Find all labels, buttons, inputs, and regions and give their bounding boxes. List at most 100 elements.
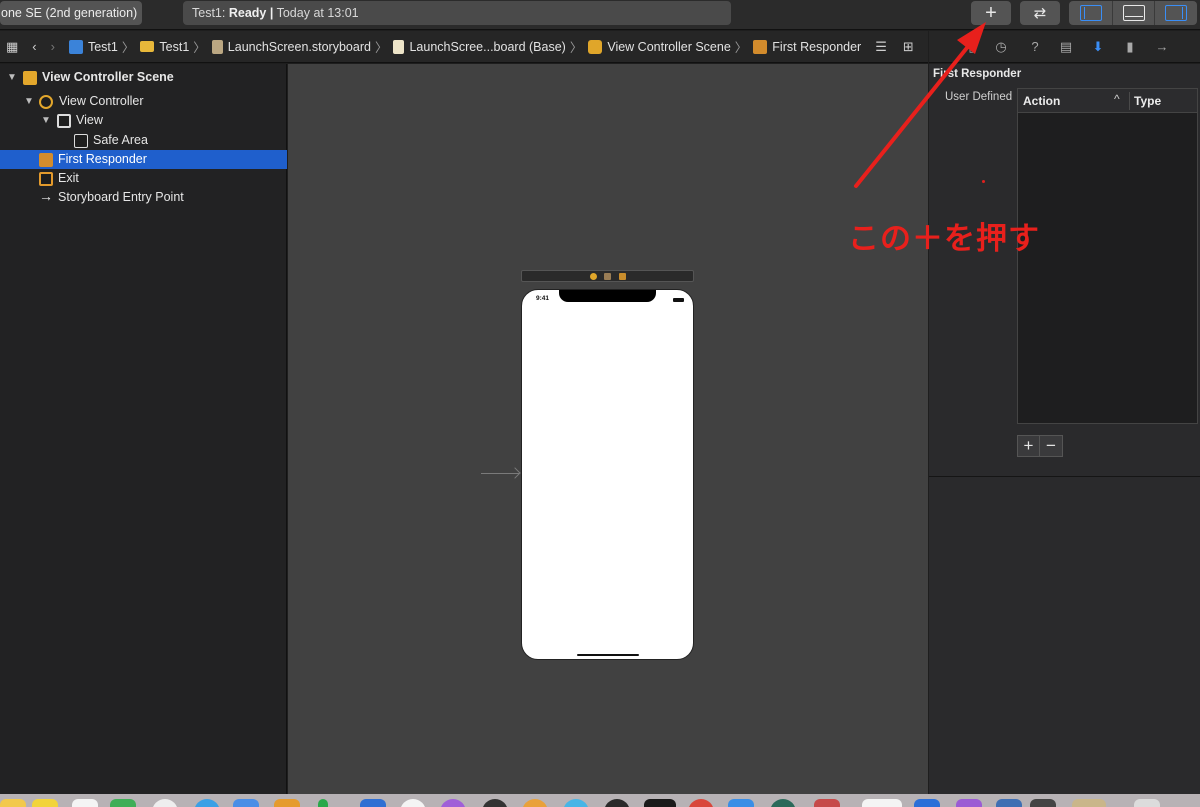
toggle-inspector-button[interactable] <box>1154 1 1197 25</box>
user-defined-actions-table[interactable]: Action ^ Type <box>1017 88 1198 424</box>
outline-item-label: View Controller <box>59 94 144 108</box>
dock-app-icon[interactable] <box>1072 799 1106 807</box>
outline-item-view[interactable]: ▼ View <box>0 111 287 130</box>
activity-project: Test1: <box>192 6 226 20</box>
initial-entry-arrow[interactable] <box>481 473 519 474</box>
column-header-type[interactable]: Type <box>1134 94 1161 108</box>
scene-icon <box>23 71 37 85</box>
dock-app-icon[interactable] <box>814 799 840 807</box>
dock-app-icon[interactable] <box>862 799 902 807</box>
add-action-button[interactable]: + <box>1017 435 1040 457</box>
quick-help-icon[interactable]: ? <box>1027 39 1043 55</box>
crumb-scene[interactable]: View Controller Scene <box>588 39 731 54</box>
dock-app-icon[interactable] <box>318 799 328 807</box>
crumb-project[interactable]: Test1 <box>68 39 118 54</box>
launch-screen-view[interactable]: 9:41 <box>521 289 694 660</box>
crumb-label: View Controller Scene <box>607 39 731 54</box>
bottom-panel-icon <box>1122 5 1145 21</box>
dock-app-icon[interactable] <box>194 799 220 807</box>
jump-bar: ▦ ‹ › Test1 〉 Test1 〉 LaunchScreen.story… <box>0 31 928 63</box>
crumb-separator: 〉 <box>374 41 388 55</box>
add-editor-icon[interactable]: ⊞ <box>903 39 914 55</box>
dock-app-icon[interactable] <box>770 799 796 807</box>
storyboard-canvas[interactable]: 9:41 <box>288 64 928 794</box>
dock-app-icon[interactable] <box>1134 799 1160 807</box>
dock-app-icon[interactable] <box>0 799 26 807</box>
crumb-storyboard[interactable]: LaunchScreen.storyboard <box>211 39 371 54</box>
outline-item-label: First Responder <box>58 152 147 166</box>
view-controller-icon <box>39 95 53 109</box>
dock-app-icon[interactable] <box>32 799 58 807</box>
dock-app-icon[interactable] <box>604 799 630 807</box>
toggle-debug-area-button[interactable] <box>1112 1 1154 25</box>
dock-app-icon[interactable] <box>996 799 1022 807</box>
connections-inspector-icon[interactable]: → <box>1154 39 1170 55</box>
view-controller-dock-icon[interactable] <box>590 273 597 280</box>
attributes-inspector-icon[interactable]: ⬇ <box>1090 39 1106 55</box>
outline-item-label: Exit <box>58 171 79 185</box>
outline-item-entry-point[interactable]: → Storyboard Entry Point <box>0 188 287 207</box>
outline-item-view-controller[interactable]: ▼ View Controller <box>0 92 287 111</box>
library-add-button[interactable]: + <box>971 1 1011 25</box>
first-responder-dock-icon[interactable] <box>604 273 611 280</box>
disclosure-triangle-icon[interactable]: ▼ <box>24 92 34 111</box>
crumb-separator: 〉 <box>193 41 206 55</box>
back-chevron-icon[interactable]: ‹ <box>32 39 36 54</box>
crumb-label: Test1 <box>159 39 190 54</box>
dock-app-icon[interactable] <box>152 799 178 807</box>
crumb-label: LaunchScree...board (Base) <box>409 39 566 54</box>
dock-app-icon[interactable] <box>522 799 548 807</box>
dock-app-icon[interactable] <box>233 799 259 807</box>
exit-icon <box>39 172 53 186</box>
code-review-button[interactable]: ⇄ <box>1020 1 1060 25</box>
dock-app-icon[interactable] <box>644 799 676 807</box>
crumb-label: LaunchScreen.storyboard <box>227 39 371 54</box>
device-notch <box>559 290 656 302</box>
disclosure-triangle-icon[interactable]: ▼ <box>7 68 17 87</box>
dock-app-icon[interactable] <box>563 799 589 807</box>
crumb-first-responder[interactable]: First Responder <box>753 39 861 54</box>
crumb-folder[interactable]: Test1 <box>140 40 189 54</box>
dock-app-icon[interactable] <box>1030 799 1056 807</box>
outline-item-label: View <box>76 113 103 127</box>
scene-dock-bar[interactable] <box>521 270 694 282</box>
right-panel-icon <box>1165 5 1187 21</box>
dock-app-icon[interactable] <box>482 799 508 807</box>
dock-app-icon[interactable] <box>274 799 300 807</box>
column-divider[interactable] <box>1129 92 1130 110</box>
disclosure-triangle-icon[interactable]: ▼ <box>41 111 51 130</box>
first-responder-icon <box>753 39 768 54</box>
forward-chevron-icon[interactable]: › <box>51 39 55 54</box>
dock-app-icon[interactable] <box>728 799 754 807</box>
outline-item-exit[interactable]: Exit <box>0 169 287 188</box>
dock-app-icon[interactable] <box>400 799 426 807</box>
scheme-device-selector[interactable]: one SE (2nd generation) <box>0 1 142 25</box>
dock-app-icon[interactable] <box>72 799 98 807</box>
exit-dock-icon[interactable] <box>619 273 626 280</box>
size-inspector-icon[interactable]: ▮ <box>1122 39 1138 55</box>
file-inspector-icon[interactable]: ▯ <box>964 39 980 55</box>
sort-chevron-icon[interactable]: ^ <box>1114 92 1120 106</box>
outline-item-scene[interactable]: ▼ View Controller Scene <box>0 68 287 87</box>
dock-app-icon[interactable] <box>360 799 386 807</box>
remove-action-button[interactable]: − <box>1040 435 1063 457</box>
crumb-storyboard-base[interactable]: LaunchScree...board (Base) <box>393 39 566 54</box>
macos-dock <box>0 794 1200 807</box>
dock-app-icon[interactable] <box>914 799 940 807</box>
window-toolbar: one SE (2nd generation) Test1: Ready | T… <box>0 0 1200 30</box>
history-inspector-icon[interactable]: ◷ <box>993 39 1009 55</box>
outline-item-first-responder[interactable]: First Responder <box>0 150 287 169</box>
toggle-navigator-button[interactable] <box>1069 1 1112 25</box>
outline-item-safe-area[interactable]: Safe Area <box>0 131 287 150</box>
crumb-separator: 〉 <box>569 41 583 55</box>
related-items-grid-icon[interactable]: ▦ <box>6 39 18 55</box>
dock-app-icon[interactable] <box>688 799 714 807</box>
dock-app-icon[interactable] <box>956 799 982 807</box>
editor-options-lines-icon[interactable]: ☰ <box>875 39 887 55</box>
identity-inspector-icon[interactable]: ▤ <box>1058 39 1074 55</box>
section-divider <box>929 476 1200 477</box>
column-header-action[interactable]: Action <box>1023 94 1060 108</box>
dock-app-icon[interactable] <box>110 799 136 807</box>
outline-item-label: Storyboard Entry Point <box>58 190 184 204</box>
dock-app-icon[interactable] <box>440 799 466 807</box>
